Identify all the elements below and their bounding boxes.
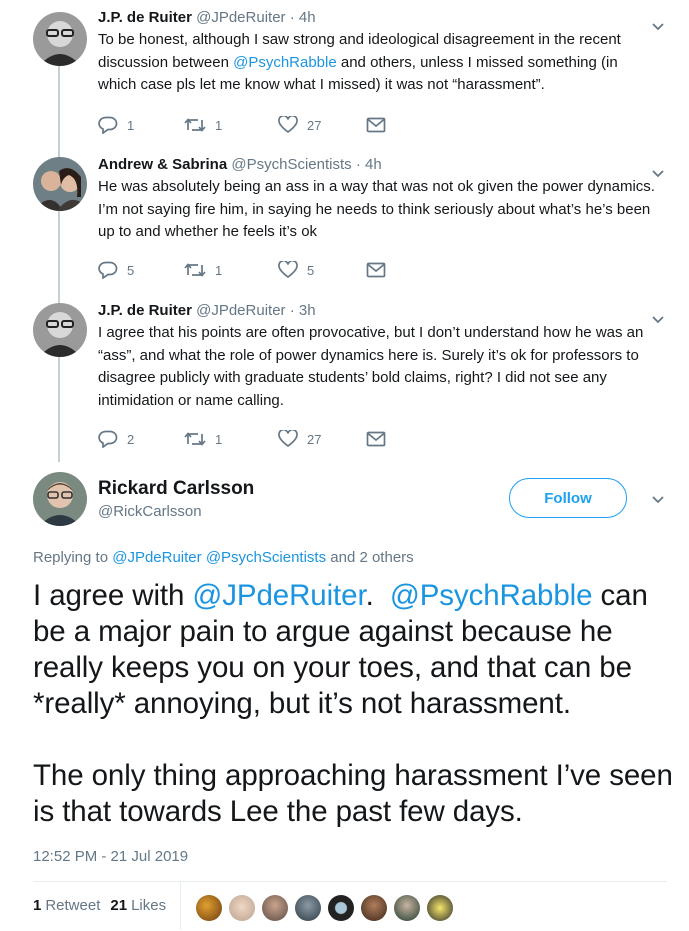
liker-avatars (196, 895, 460, 921)
author-name[interactable]: J.P. de Ruiter (98, 9, 192, 26)
retweet-stat-label: Retweet (45, 897, 101, 914)
replying-suffix[interactable]: and 2 others (326, 549, 413, 566)
liker-avatar[interactable] (361, 895, 387, 921)
reply-icon (98, 261, 118, 279)
message-icon (366, 431, 386, 447)
retweet-icon (184, 118, 206, 132)
heart-icon (278, 116, 298, 134)
tweet-text: I agree that his points are often provoc… (98, 322, 658, 412)
retweet-button[interactable]: 1 (184, 117, 278, 133)
tweet-text: He was absolutely being an ass in a way … (98, 176, 658, 244)
message-icon (366, 117, 386, 133)
author-handle[interactable]: @RickCarlsson (98, 503, 202, 520)
avatar[interactable] (33, 303, 87, 357)
direct-message-button[interactable] (366, 262, 386, 278)
mention-link[interactable]: @PsychRabble (390, 579, 593, 612)
tweet-actions: 2 1 27 (98, 429, 386, 449)
text-segment: He was absolutely being an ass in a way … (98, 178, 655, 240)
tweet-time[interactable]: · 4h (290, 9, 316, 26)
like-button[interactable]: 27 (278, 116, 366, 134)
avatar[interactable] (33, 157, 87, 211)
tweet-time[interactable]: · 3h (290, 302, 316, 319)
heart-icon (278, 430, 298, 448)
reply-button[interactable]: 5 (98, 261, 184, 279)
retweet-count: 1 (215, 431, 223, 447)
avatar[interactable] (33, 472, 87, 526)
main-tweet-text: I agree with @JPdeRuiter. @PsychRabble c… (33, 578, 673, 830)
retweet-icon (184, 263, 206, 277)
replying-mentions[interactable]: @JPdeRuiter @PsychScientists (112, 549, 326, 566)
retweet-count: 1 (215, 262, 223, 278)
text-segment: . (365, 579, 390, 612)
reply-count: 5 (127, 262, 135, 278)
like-button[interactable]: 5 (278, 261, 366, 279)
tweet-paragraph: The only thing approaching harassment I’… (33, 759, 673, 828)
like-count: 27 (307, 117, 322, 133)
divider (33, 881, 667, 882)
author-handle[interactable]: @PsychScientists (231, 156, 351, 173)
heart-icon (278, 261, 298, 279)
liker-avatar[interactable] (229, 895, 255, 921)
follow-button[interactable]: Follow (509, 478, 627, 518)
like-count: 5 (307, 262, 315, 278)
tweet-header: J.P. de Ruiter @JPdeRuiter · 3h (98, 301, 658, 321)
tweet-actions: 1 1 27 (98, 115, 386, 135)
avatar[interactable] (33, 12, 87, 66)
replying-prefix: Replying to (33, 549, 113, 566)
text-segment: I agree with (33, 579, 193, 612)
tweet-timestamp[interactable]: 12:52 PM - 21 Jul 2019 (33, 848, 188, 865)
liker-avatar[interactable] (295, 895, 321, 921)
chevron-down-icon[interactable] (651, 167, 665, 181)
author-name[interactable]: Rickard Carlsson (98, 478, 254, 500)
retweet-count: 1 (215, 117, 223, 133)
tweet-stats: 1 Retweet 21 Likes (33, 897, 166, 914)
reply-icon (98, 430, 118, 448)
chevron-down-icon[interactable] (651, 313, 665, 327)
author-name[interactable]: Andrew & Sabrina (98, 156, 227, 173)
chevron-down-icon[interactable] (651, 20, 665, 34)
like-stat-count: 21 (110, 897, 128, 914)
liker-avatar[interactable] (394, 895, 420, 921)
like-stat[interactable]: 21 Likes (110, 897, 166, 914)
retweet-icon (184, 432, 206, 446)
tweet-header: Andrew & Sabrina @PsychScientists · 4h (98, 155, 658, 175)
tweet-header: J.P. de Ruiter @JPdeRuiter · 4h (98, 8, 658, 28)
thread-connector-line (58, 66, 60, 462)
liker-avatar[interactable] (262, 895, 288, 921)
like-count: 27 (307, 431, 322, 447)
mention-link[interactable]: @PsychRabble (233, 54, 337, 71)
mention-link[interactable]: @JPdeRuiter (192, 579, 365, 612)
retweet-stat-count: 1 (33, 897, 42, 914)
reply-icon (98, 116, 118, 134)
retweet-stat[interactable]: 1 Retweet (33, 897, 100, 914)
direct-message-button[interactable] (366, 117, 386, 133)
tweet-actions: 5 1 5 (98, 260, 386, 280)
reply-count: 2 (127, 431, 135, 447)
liker-avatar[interactable] (427, 895, 453, 921)
author-name[interactable]: J.P. de Ruiter (98, 302, 192, 319)
reply-button[interactable]: 2 (98, 430, 184, 448)
message-icon (366, 262, 386, 278)
retweet-button[interactable]: 1 (184, 431, 278, 447)
like-button[interactable]: 27 (278, 430, 366, 448)
replying-to: Replying to @JPdeRuiter @PsychScientists… (33, 549, 414, 566)
direct-message-button[interactable] (366, 431, 386, 447)
divider (180, 882, 181, 930)
tweet-time[interactable]: · 4h (356, 156, 382, 173)
author-handle[interactable]: @JPdeRuiter (196, 9, 285, 26)
liker-avatar[interactable] (196, 895, 222, 921)
like-stat-label: Likes (131, 897, 167, 914)
liker-avatar[interactable] (328, 895, 354, 921)
tweet-text: To be honest, although I saw strong and … (98, 29, 658, 97)
retweet-button[interactable]: 1 (184, 262, 278, 278)
reply-button[interactable]: 1 (98, 116, 184, 134)
text-segment: I agree that his points are often provoc… (98, 324, 644, 409)
tweet-paragraph: I agree with @JPdeRuiter. @PsychRabble c… (33, 578, 673, 722)
author-handle[interactable]: @JPdeRuiter (196, 302, 285, 319)
chevron-down-icon[interactable] (651, 493, 665, 507)
reply-count: 1 (127, 117, 135, 133)
